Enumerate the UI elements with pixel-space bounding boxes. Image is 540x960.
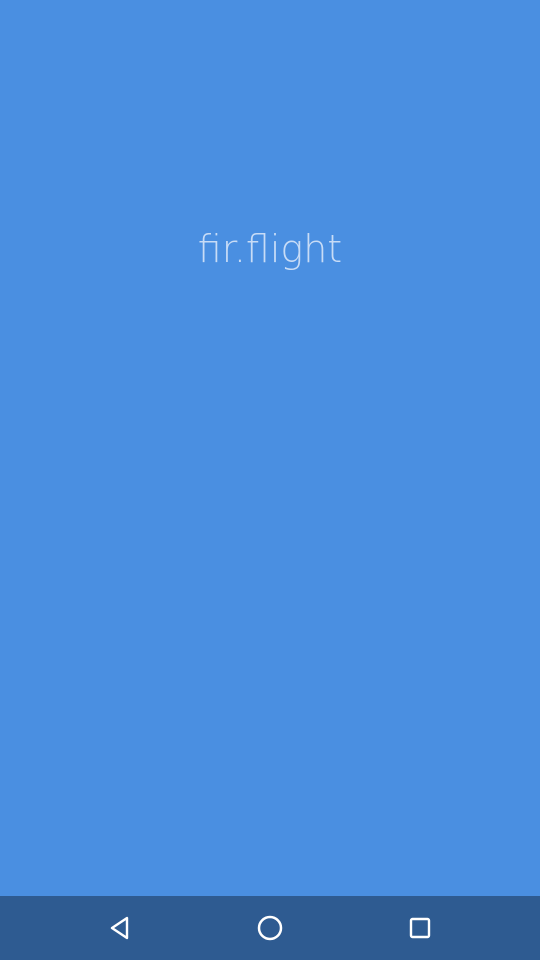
splash-screen: fir.flight [0,0,540,896]
screen: fir.flight [0,0,540,960]
back-triangle-icon [110,916,129,940]
home-button[interactable] [242,900,298,956]
home-circle-icon [257,915,283,941]
recents-square-icon [409,917,431,939]
system-navigation-bar [0,896,540,960]
back-button[interactable] [92,900,148,956]
recents-button[interactable] [392,900,448,956]
app-title: fir.flight [197,227,343,271]
